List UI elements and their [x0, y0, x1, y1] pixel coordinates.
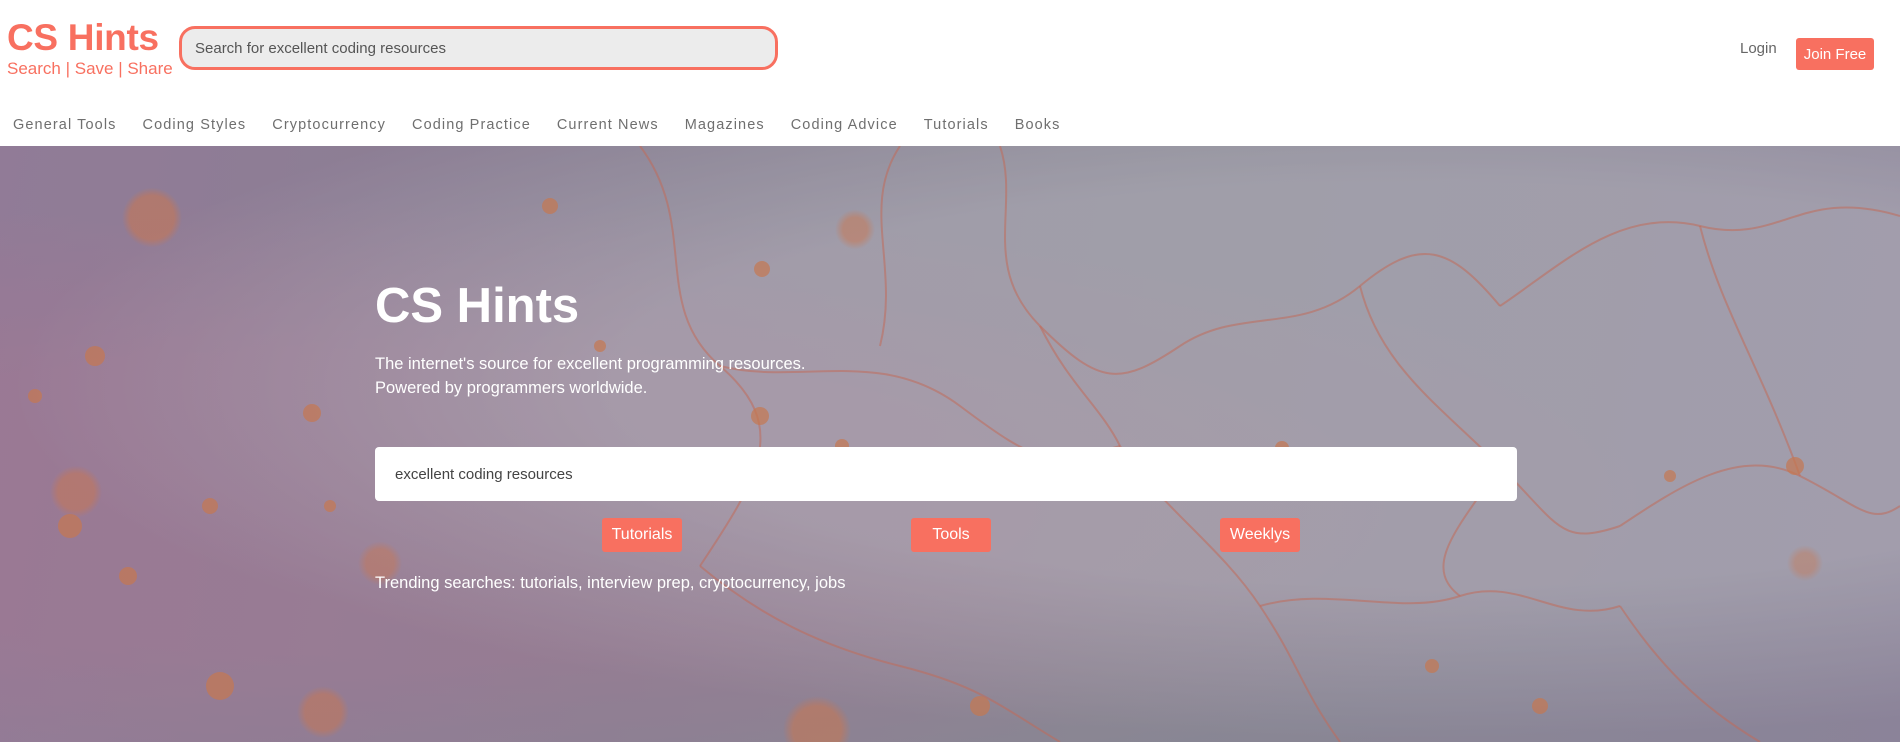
- nav-item-general-tools[interactable]: General Tools: [13, 117, 117, 133]
- hero-title: CS Hints: [375, 279, 580, 333]
- login-link[interactable]: Login: [1740, 40, 1777, 57]
- nav-item-magazines[interactable]: Magazines: [685, 117, 765, 133]
- hero-content: CS Hints The internet's source for excel…: [375, 146, 1517, 742]
- trending-searches: Trending searches: tutorials, interview …: [375, 574, 846, 592]
- nav-item-cryptocurrency[interactable]: Cryptocurrency: [272, 117, 386, 133]
- nav-item-coding-styles[interactable]: Coding Styles: [143, 117, 247, 133]
- brand-logo[interactable]: CS Hints Search | Save | Share: [7, 17, 173, 79]
- site-header: CS Hints Search | Save | Share Login Joi…: [0, 0, 1900, 146]
- nav-item-tutorials[interactable]: Tutorials: [924, 117, 989, 133]
- tutorials-button[interactable]: Tutorials: [602, 518, 682, 552]
- nav-item-books[interactable]: Books: [1015, 117, 1061, 133]
- nav-item-current-news[interactable]: Current News: [557, 117, 659, 133]
- category-nav: General Tools Coding Styles Cryptocurren…: [0, 113, 1087, 137]
- brand-tagline: Search | Save | Share: [7, 59, 173, 78]
- weeklys-button[interactable]: Weeklys: [1220, 518, 1300, 552]
- header-search-input[interactable]: [179, 26, 778, 70]
- nav-item-coding-practice[interactable]: Coding Practice: [412, 117, 531, 133]
- hero-subtitle-line-1: The internet's source for excellent prog…: [375, 355, 806, 373]
- hero-subtitle: The internet's source for excellent prog…: [375, 352, 806, 400]
- brand-title: CS Hints: [7, 17, 159, 58]
- hero-section: CS Hints The internet's source for excel…: [0, 146, 1900, 742]
- hero-subtitle-line-2: Powered by programmers worldwide.: [375, 379, 648, 397]
- nav-item-coding-advice[interactable]: Coding Advice: [791, 117, 898, 133]
- join-free-button[interactable]: Join Free: [1796, 38, 1874, 70]
- hero-search-input[interactable]: [375, 447, 1517, 501]
- tools-button[interactable]: Tools: [911, 518, 991, 552]
